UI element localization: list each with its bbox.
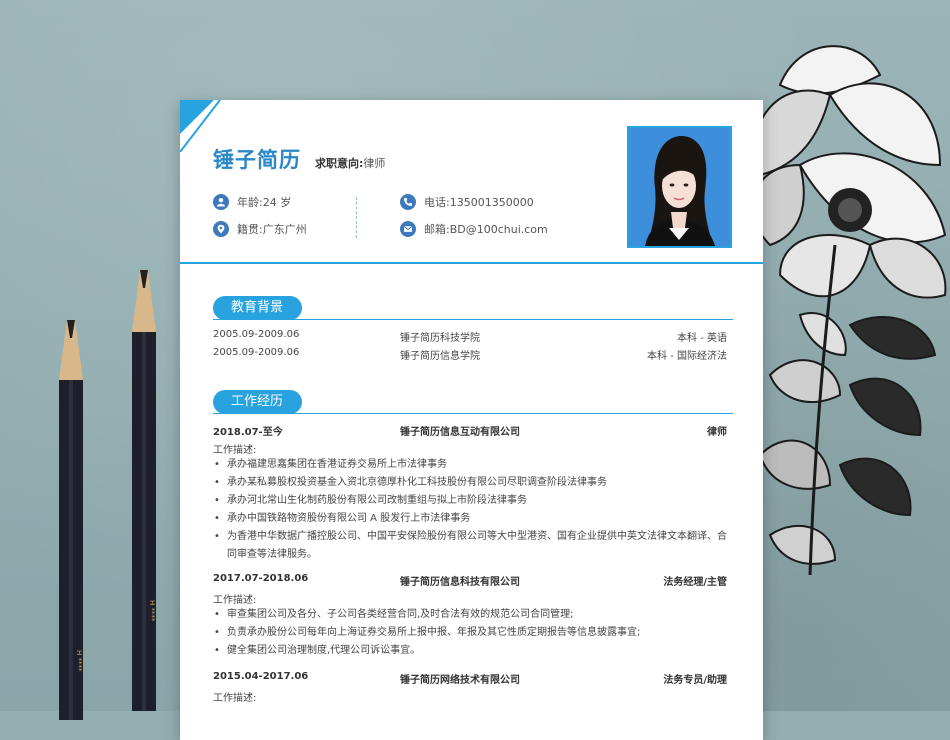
section-line-work <box>213 413 733 414</box>
pencil-left-icon: H **** <box>59 320 83 720</box>
pencil-right-icon: H **** <box>132 270 156 711</box>
section-title-education: 教育背景 <box>213 296 302 320</box>
job-role: 法务经理/主管 <box>663 577 727 588</box>
info-divider <box>356 197 357 238</box>
job-role: 律师 <box>707 427 727 438</box>
origin-text: 籍贯:广东广州 <box>237 223 307 236</box>
job-bullet: 健全集团公司治理制度,代理公司诉讼事宜。 <box>213 642 727 660</box>
info-age: 年龄:24 岁 <box>213 194 291 210</box>
header-title-row: 锤子简历 求职意向: 律师 <box>213 144 385 174</box>
job-company: 锤子简历信息科技有限公司 <box>400 577 520 588</box>
svg-text:H ****: H **** <box>148 600 156 622</box>
job-bullet: 审查集团公司及各分、子公司各类经营合同,及时合法有效的规范公司合同管理; <box>213 606 727 624</box>
info-origin: 籍贯:广东广州 <box>213 221 307 237</box>
profile-photo <box>627 126 732 248</box>
age-text: 年龄:24 岁 <box>237 196 292 209</box>
job-desc-label: 工作描述: <box>213 595 257 606</box>
job-bullet: 负责承办股份公司每年向上海证券交易所上报中报、年报及其它性质定期报告等信息披露事… <box>213 624 727 642</box>
intent-label: 求职意向: <box>315 157 364 170</box>
job-bullet: 承办某私募股权投资基金入资北京德厚朴化工科技股份有限公司尽职调查阶段法律事务 <box>213 474 727 492</box>
person-icon <box>213 194 229 210</box>
edu-date: 2005.09-2009.06 <box>213 329 300 340</box>
mail-icon <box>400 221 416 237</box>
job-bullet: 为香港中华数据广播控股公司、中国平安保险股份有限公司等大中型港资、国有企业提供中… <box>213 528 727 564</box>
job-bullet: 承办河北常山生化制药股份有限公司改制重组与拟上市阶段法律事务 <box>213 492 727 510</box>
info-phone: 电话:135001350000 <box>400 194 534 210</box>
job-date: 2017.07-2018.06 <box>213 573 309 584</box>
job-bullet: 承办中国铁路物资股份有限公司 A 股发行上市法律事务 <box>213 510 727 528</box>
job-bullet: 承办福建思嘉集团在香港证券交易所上市法律事务 <box>213 456 727 474</box>
info-email: 邮箱:BD@100chui.com <box>400 221 548 237</box>
location-icon <box>213 221 229 237</box>
svg-text:H ****: H **** <box>75 650 83 672</box>
job-desc-label: 工作描述: <box>213 693 257 704</box>
edu-date: 2005.09-2009.06 <box>213 347 300 358</box>
email-text: 邮箱:BD@100chui.com <box>424 223 548 236</box>
edu-degree: 本科 - 英语 <box>677 333 727 344</box>
header-divider <box>180 262 763 264</box>
section-line-education <box>213 319 733 320</box>
section-title-work: 工作经历 <box>213 390 302 414</box>
job-company: 锤子简历网络技术有限公司 <box>400 675 520 686</box>
intent-value: 律师 <box>363 157 386 170</box>
job-company: 锤子简历信息互动有限公司 <box>400 427 520 438</box>
resume-page: 锤子简历 求职意向: 律师 年龄:24 岁 籍贯:广东广州 电话:1350013… <box>180 100 763 740</box>
edu-degree: 本科 - 国际经济法 <box>647 351 727 362</box>
resume-name: 锤子简历 <box>213 148 301 172</box>
flower-illustration-icon <box>752 45 947 575</box>
edu-school: 锤子简历科技学院 <box>400 333 480 344</box>
job-role: 法务专员/助理 <box>663 675 727 686</box>
job-desc-label: 工作描述: <box>213 445 257 456</box>
edu-school: 锤子简历信息学院 <box>400 351 480 362</box>
job-date: 2015.04-2017.06 <box>213 671 309 682</box>
job-date: 2018.07-至今 <box>213 427 283 438</box>
phone-icon <box>400 194 416 210</box>
phone-text: 电话:135001350000 <box>424 196 534 209</box>
